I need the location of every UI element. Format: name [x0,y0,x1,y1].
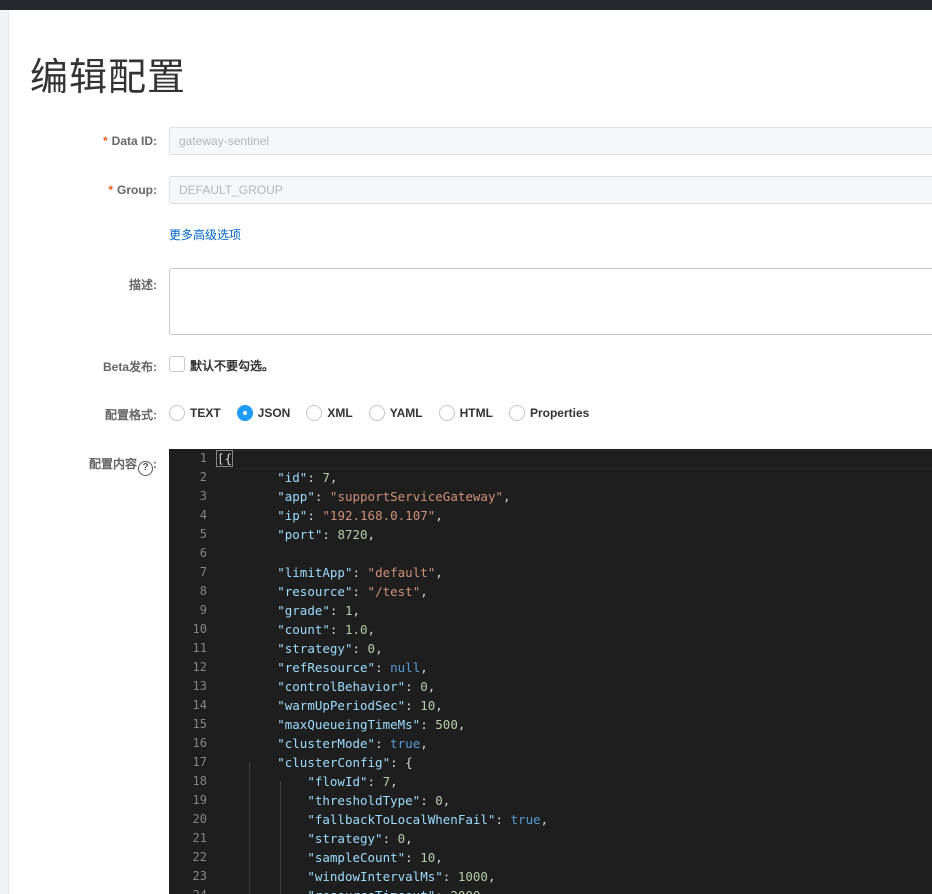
top-navbar [0,0,932,10]
code-line: "port": 8720, [277,527,376,542]
format-radio-group: TEXT JSON XML YAML HTML Properties [169,404,605,422]
current-line-highlight [214,450,932,469]
line-number: 6 [199,546,207,560]
format-option-html[interactable]: HTML [438,405,493,421]
radio-button[interactable] [306,405,323,421]
line-number: 9 [199,603,207,617]
required-mark: * [108,183,113,197]
radio-button-checked[interactable] [236,405,253,421]
code-line: "ip": "192.168.0.107", [277,508,443,523]
radio-button[interactable] [169,405,185,421]
format-option-xml[interactable]: XML [306,405,353,421]
data-id-input[interactable]: gateway-sentinel [169,127,932,155]
code-line: "warmUpPeriodSec": 10, [277,698,443,713]
required-mark: * [102,134,108,148]
code-line: "limitApp": "default", [277,565,443,580]
code-editor[interactable]: 1 [{ 2 "id": 7, 3 "app": "supportServiceGat… [169,449,932,894]
line-number: 13 [192,679,207,693]
line-number: 5 [199,527,207,541]
data-id-label: * Data ID: [102,134,157,148]
code-line: "count": 1.0, [277,622,376,637]
line-number: 4 [199,508,207,522]
code-line: "fallbackToLocalWhenFail": true, [307,812,549,827]
code-line: "thresholdType": 0, [307,793,451,808]
advanced-options-link[interactable]: 更多高级选项 [169,226,241,243]
line-number: 18 [192,774,207,788]
line-number: 14 [192,698,207,712]
line-number: 2 [199,470,207,484]
line-number: 24 [169,886,207,894]
beta-label: Beta发布: [102,360,157,374]
line-number: 21 [192,831,207,845]
format-label: 配置格式: [105,408,157,422]
group-label: * Group: [108,183,157,197]
code-line: "sampleCount": 10, [307,850,443,865]
code-line: "resource": "/test", [277,584,428,599]
line-number: 12 [192,660,207,674]
line-number: 23 [192,869,207,883]
code-line: "refResource": null, [277,660,428,675]
line-number: 15 [192,717,207,731]
code-line: [{ [215,450,234,467]
code-line: "flowId": 7, [307,774,398,789]
radio-button[interactable] [508,405,525,421]
group-input[interactable]: DEFAULT_GROUP [169,176,932,204]
line-number: 19 [192,793,207,807]
code-line: "resourceTimeout": 2000, [217,886,488,894]
line-number: 3 [199,489,207,503]
format-option-json[interactable]: JSON [236,405,290,421]
line-number: 17 [192,755,207,769]
question-circle-icon[interactable]: ? [138,461,153,476]
line-number: 10 [192,622,207,636]
line-number: 7 [199,565,207,579]
radio-button[interactable] [368,405,385,421]
line-number: 11 [192,641,207,655]
beta-checkbox[interactable] [169,356,185,372]
code-line: "windowIntervalMs": 1000, [307,869,496,884]
line-number: 8 [199,584,207,598]
format-option-text[interactable]: TEXT [169,405,221,421]
beta-checkbox-text: 默认不要勾选。 [190,359,275,373]
format-option-yaml[interactable]: YAML [368,405,423,421]
radio-button[interactable] [438,405,455,421]
page-title: 编辑配置 [30,55,187,99]
code-line: "strategy": 0, [277,641,383,656]
line-number: 16 [192,736,207,750]
content-label: 配置内容?: [89,455,157,476]
line-number: 1 [199,451,207,465]
left-sidebar-edge [0,10,9,894]
description-label: 描述: [129,278,157,292]
code-line: "id": 7, [277,470,338,485]
code-line: "controlBehavior": 0, [277,679,436,694]
code-line: "strategy": 0, [307,831,413,846]
code-line: "grade": 1, [277,603,361,618]
format-option-properties[interactable]: Properties [508,405,589,421]
code-line: "clusterConfig": { [277,755,413,770]
line-number: 20 [192,812,207,826]
code-line: "maxQueueingTimeMs": 500, [277,717,466,732]
code-line: "app": "supportServiceGateway", [277,489,511,504]
code-line: "clusterMode": true, [277,736,428,751]
line-number: 22 [192,850,207,864]
description-textarea[interactable] [169,268,932,335]
